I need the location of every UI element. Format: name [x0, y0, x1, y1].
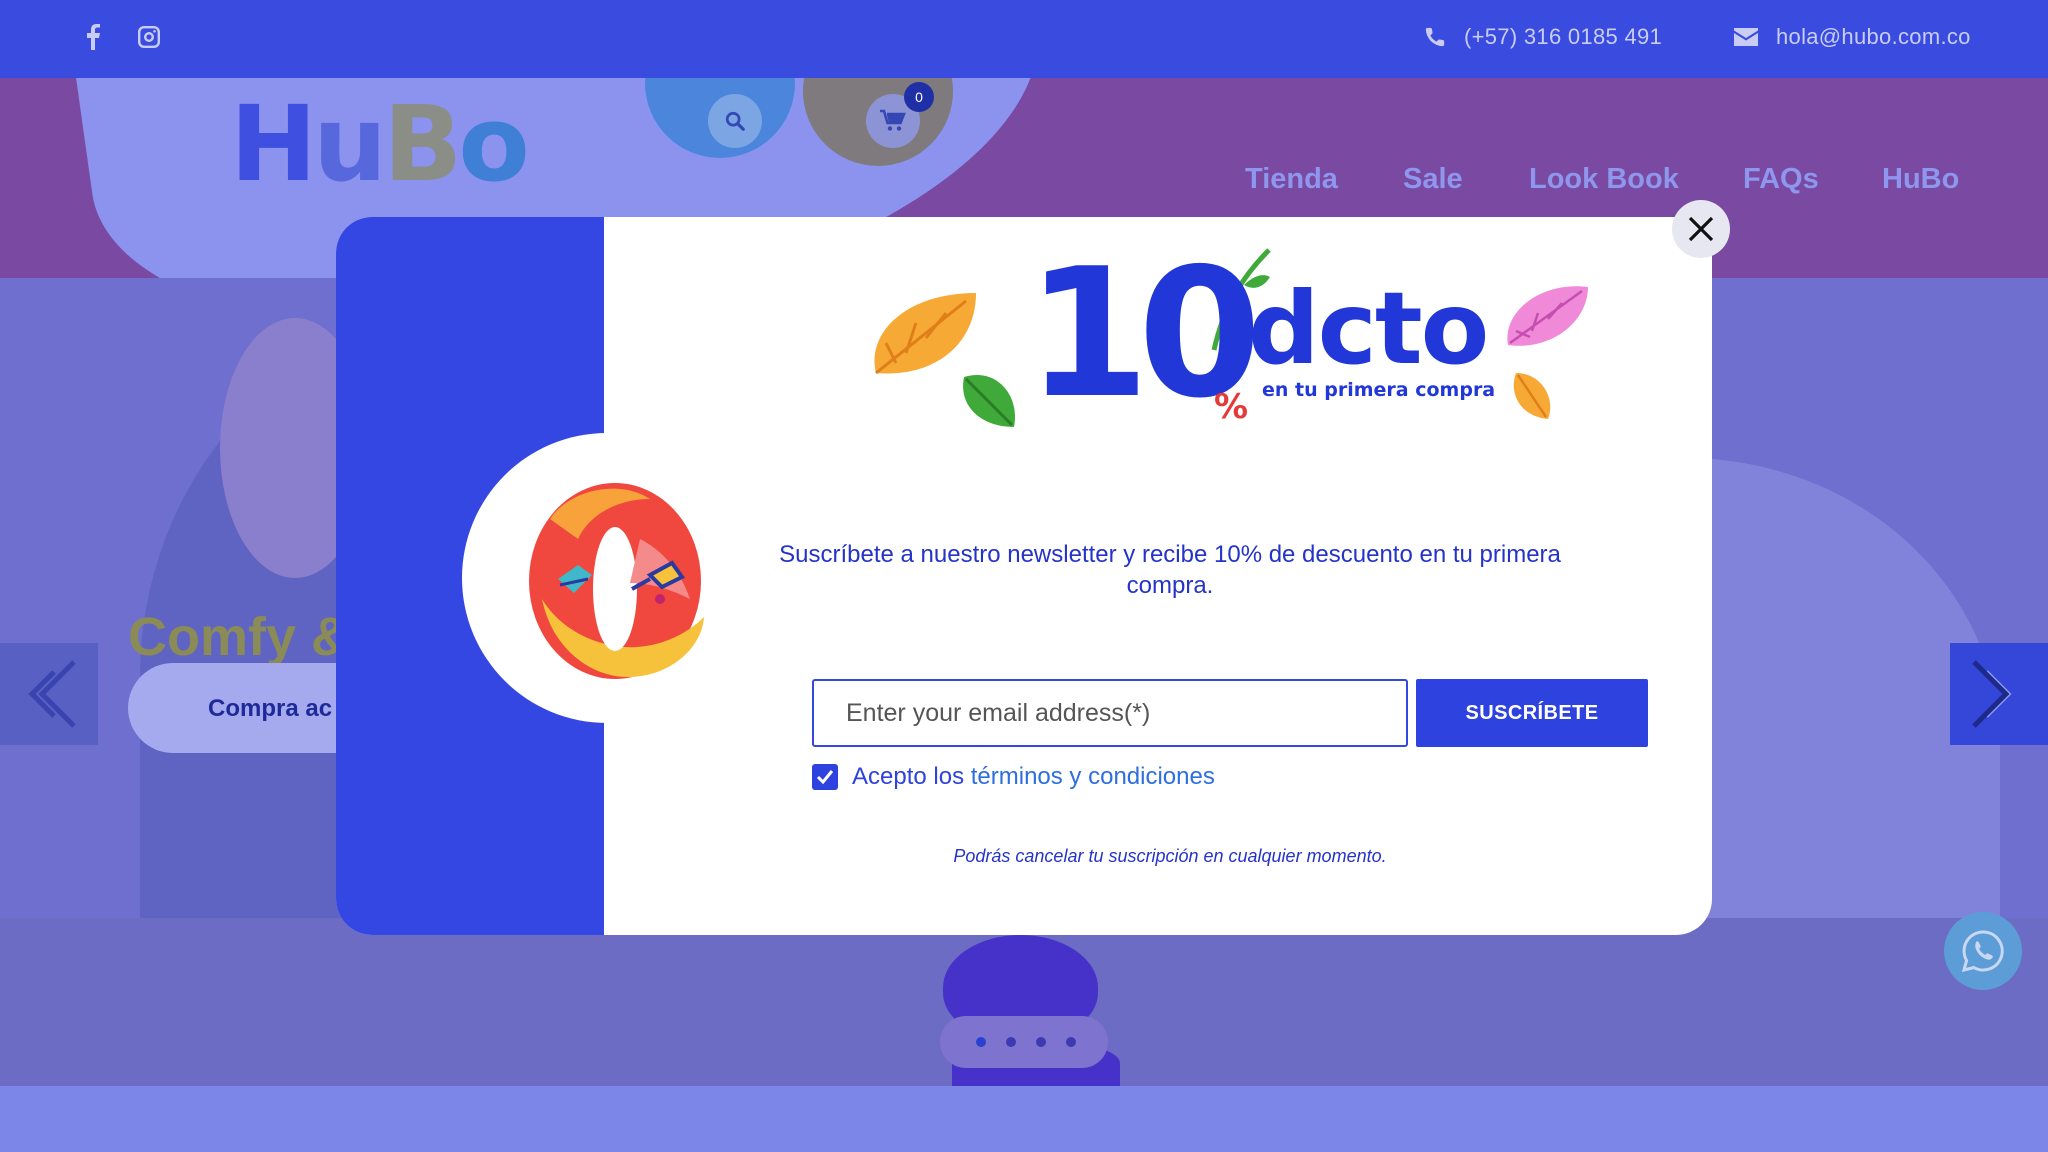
slider-dot[interactable]	[976, 1037, 986, 1047]
terms-label: Acepto los	[852, 763, 971, 790]
terms-checkbox[interactable]	[812, 764, 838, 790]
slider-dot[interactable]	[1066, 1037, 1076, 1047]
close-icon	[1688, 216, 1714, 242]
top-bar: (+57) 316 0185 491 hola@hubo.com.co	[0, 0, 2048, 78]
leaf-decoration	[1507, 286, 1588, 346]
envelope-icon	[1734, 28, 1758, 46]
logo-letter: o	[458, 83, 529, 205]
chevron-left-icon	[28, 660, 76, 728]
email-field[interactable]	[812, 679, 1408, 747]
promo-subtitle: en tu primera compra	[1262, 379, 1496, 401]
nav-item-look-book[interactable]: Look Book	[1529, 163, 1679, 196]
phone-icon	[1425, 27, 1445, 47]
cart-icon	[880, 109, 906, 131]
slider-dot[interactable]	[1006, 1037, 1016, 1047]
instagram-icon[interactable]	[134, 22, 164, 52]
facebook-icon[interactable]	[78, 22, 108, 52]
email-address: hola@hubo.com.co	[1776, 24, 1971, 49]
whatsapp-icon	[1961, 930, 2004, 973]
slider-prev-button[interactable]	[0, 643, 98, 745]
logo-letter: u	[313, 83, 387, 205]
slider-dot[interactable]	[1036, 1037, 1046, 1047]
nav-item-faqs[interactable]: FAQs	[1743, 163, 1819, 196]
nav-item-sale[interactable]: Sale	[1403, 163, 1463, 196]
search-icon	[725, 111, 745, 131]
close-modal-button[interactable]	[1672, 200, 1730, 258]
footer-band	[0, 1086, 2048, 1152]
email-contact[interactable]: hola@hubo.com.co	[1734, 24, 1971, 50]
newsletter-description: Suscríbete a nuestro newsletter y recibe…	[779, 541, 1561, 599]
leaf-decoration	[1513, 373, 1551, 419]
chevron-right-icon	[1972, 660, 2012, 728]
mascot-illustration	[529, 483, 704, 679]
logo-letter: H	[230, 83, 317, 205]
cart-count-badge: 0	[904, 82, 934, 112]
terms-checkbox-row[interactable]: Acepto los términos y condiciones	[812, 763, 1215, 791]
check-icon	[816, 770, 834, 785]
whatsapp-button[interactable]	[1944, 912, 2022, 990]
newsletter-modal: 10 % dcto en tu primera compra Suscríbet…	[336, 217, 1712, 935]
terms-link[interactable]: términos y condiciones	[971, 763, 1215, 790]
subscribe-button[interactable]: SUSCRÍBETE	[1416, 679, 1648, 747]
nav-item-tienda[interactable]: Tienda	[1245, 163, 1338, 196]
promo-word: dcto	[1248, 270, 1489, 387]
phone-contact[interactable]: (+57) 316 0185 491	[1424, 24, 1662, 50]
slider-pagination	[940, 1016, 1108, 1068]
promo-percent: %	[1214, 387, 1249, 427]
phone-number: (+57) 316 0185 491	[1464, 24, 1663, 49]
leaf-decoration	[963, 375, 1015, 427]
logo-letter: B	[383, 83, 462, 205]
cancel-note: Podrás cancelar tu suscripción en cualqu…	[953, 846, 1387, 866]
slider-next-button[interactable]	[1950, 643, 2048, 745]
search-button[interactable]	[708, 94, 762, 148]
site-logo[interactable]: HuBo	[230, 92, 530, 196]
nav-item-hubo[interactable]: HuBo	[1882, 163, 1959, 196]
